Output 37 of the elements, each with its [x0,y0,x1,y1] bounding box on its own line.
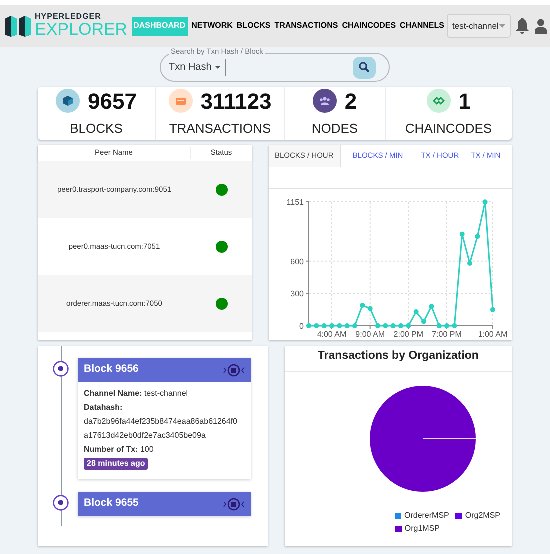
card-title: Transactions by Organization [284,346,512,372]
nav-tab[interactable]: NETWORK [190,16,235,36]
tx-count: Number of Tx: 100 [84,444,155,456]
x-tick-label: 4:00 AM [317,330,347,339]
logo-title: HYPERLEDGER [35,13,102,21]
channel-name: Channel Name: test-channel [84,388,190,400]
y-tick-label: 0 [300,322,304,331]
stat-value: 311123 [200,88,272,116]
logo-subtitle: EXPLORER [35,21,128,39]
legend-label: Org1MSP [404,523,440,535]
y-tick-label: 1151 [286,198,304,207]
block-header[interactable]: Block 9656 [78,358,251,382]
age-badge: 28 minutes ago [84,458,148,470]
stat-value: 2 [344,88,358,116]
nav-tab[interactable]: CHANNELS [398,16,446,36]
legend-label: OrdererMSP [404,510,450,522]
legend-label: Org2MSP [465,510,501,522]
x-tick-label: 7:00 PM [432,330,462,339]
nav-tab[interactable]: TRANSACTIONS [272,16,340,36]
stat-value: 1 [458,88,471,116]
stat-value: 9657 [88,88,137,116]
block-header[interactable]: Block 9655 [78,492,251,516]
y-tick-label: 300 [290,290,304,299]
nav-tab[interactable]: BLOCKS [234,16,273,36]
x-tick-label: 2:00 PM [394,330,424,339]
datahash-label: Datahash: [84,402,124,414]
stat-label: CHAINCODES [405,120,492,138]
x-tick-label: 9:00 AM [356,330,386,339]
y-tick-label: 600 [290,257,304,266]
channel-select[interactable]: test-channel [446,14,510,38]
datahash-value: da7b2b96fa44ef235b8474eaa86ab61264f0a17613d42eb0df2e7ac3405be09a [84,416,238,442]
stat-label: TRANSACTIONS [169,120,272,138]
stat-label: BLOCKS [70,120,123,138]
x-tick-label: 1:00 AM [478,330,508,339]
type-select[interactable]: Txn Hash [169,59,226,76]
nav-tab[interactable]: CHAINCODES [340,16,398,36]
stat-label: NODES [312,120,358,138]
